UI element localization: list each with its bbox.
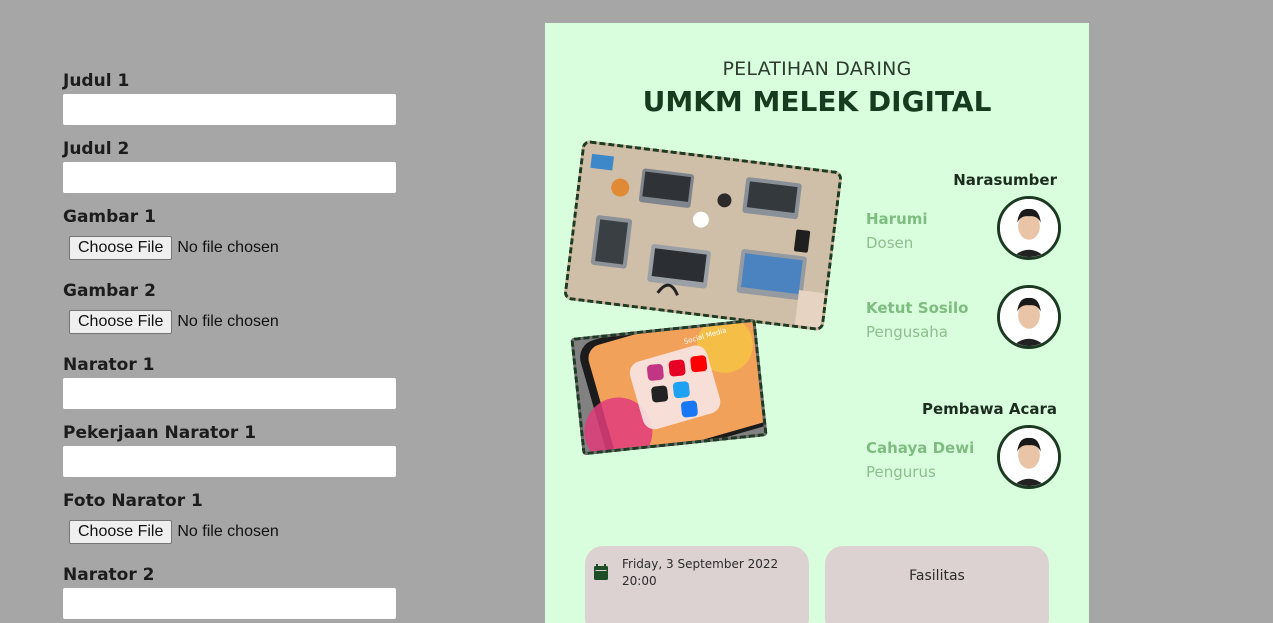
foto-narator1-label: Foto Narator 1 <box>63 491 203 511</box>
facilities-label: Fasilitas <box>909 568 965 584</box>
gambar2-file-picker[interactable]: Choose File No file chosen <box>69 310 279 334</box>
speaker-job: Dosen <box>866 234 914 252</box>
gambar1-choose-file-button[interactable]: Choose File <box>69 236 173 260</box>
foto-narator1-file-picker[interactable]: Choose File No file chosen <box>69 520 279 544</box>
person-portrait-icon <box>1000 288 1058 346</box>
speaker-card: Harumi Dosen <box>866 196 1061 266</box>
event-time: 20:00 <box>622 574 657 588</box>
event-date: Friday, 3 September 2022 <box>622 557 779 571</box>
foto-narator1-choose-file-button[interactable]: Choose File <box>69 520 173 544</box>
speaker-name: Ketut Sosilo <box>866 299 969 317</box>
speaker-card: Ketut Sosilo Pengusaha <box>866 285 1061 355</box>
judul2-label: Judul 2 <box>63 139 130 159</box>
poster-title: UMKM MELEK DIGITAL <box>642 85 992 118</box>
judul1-input[interactable] <box>63 94 396 125</box>
calendar-icon <box>594 564 608 580</box>
foto-narator1-file-status: No file chosen <box>177 523 279 540</box>
gambar2-file-status: No file chosen <box>177 313 279 330</box>
narator2-input[interactable] <box>63 588 396 619</box>
pekerjaan-narator1-label: Pekerjaan Narator 1 <box>63 423 257 443</box>
host-avatar <box>997 425 1061 489</box>
host-job: Pengurus <box>866 463 936 481</box>
gambar2-choose-file-button[interactable]: Choose File <box>69 310 173 334</box>
pembawa-acara-heading: Pembawa Acara <box>922 400 1057 418</box>
poster-preview: PELATIHAN DARING UMKM MELEK DIGITAL Soci… <box>545 23 1089 623</box>
narasumber-heading: Narasumber <box>953 171 1057 189</box>
narator1-label: Narator 1 <box>63 355 155 375</box>
phone-apps-illustration: Social Media <box>573 321 765 453</box>
person-portrait-icon <box>1000 199 1058 257</box>
pekerjaan-narator1-input[interactable] <box>63 446 396 477</box>
speaker-name: Harumi <box>866 210 928 228</box>
laptops-desk-illustration <box>566 142 840 329</box>
speaker-job: Pengusaha <box>866 323 948 341</box>
speaker-avatar <box>997 196 1061 260</box>
gambar2-label: Gambar 2 <box>63 281 156 301</box>
gambar1-file-status: No file chosen <box>177 239 279 256</box>
poster-image-1 <box>563 139 843 332</box>
speaker-avatar <box>997 285 1061 349</box>
host-name: Cahaya Dewi <box>866 439 975 457</box>
schedule-card: Friday, 3 September 2022 20:00 <box>585 546 809 623</box>
host-card: Cahaya Dewi Pengurus <box>866 425 1061 495</box>
narator1-input[interactable] <box>63 378 396 409</box>
gambar1-file-picker[interactable]: Choose File No file chosen <box>69 236 279 260</box>
judul2-input[interactable] <box>63 162 396 193</box>
person-portrait-icon <box>1000 428 1058 486</box>
poster-image-2: Social Media <box>570 318 768 456</box>
poster-subtitle: PELATIHAN DARING <box>722 58 912 80</box>
judul1-label: Judul 1 <box>63 71 130 91</box>
facilities-card: Fasilitas <box>825 546 1049 623</box>
narator2-label: Narator 2 <box>63 565 155 585</box>
gambar1-label: Gambar 1 <box>63 207 156 227</box>
